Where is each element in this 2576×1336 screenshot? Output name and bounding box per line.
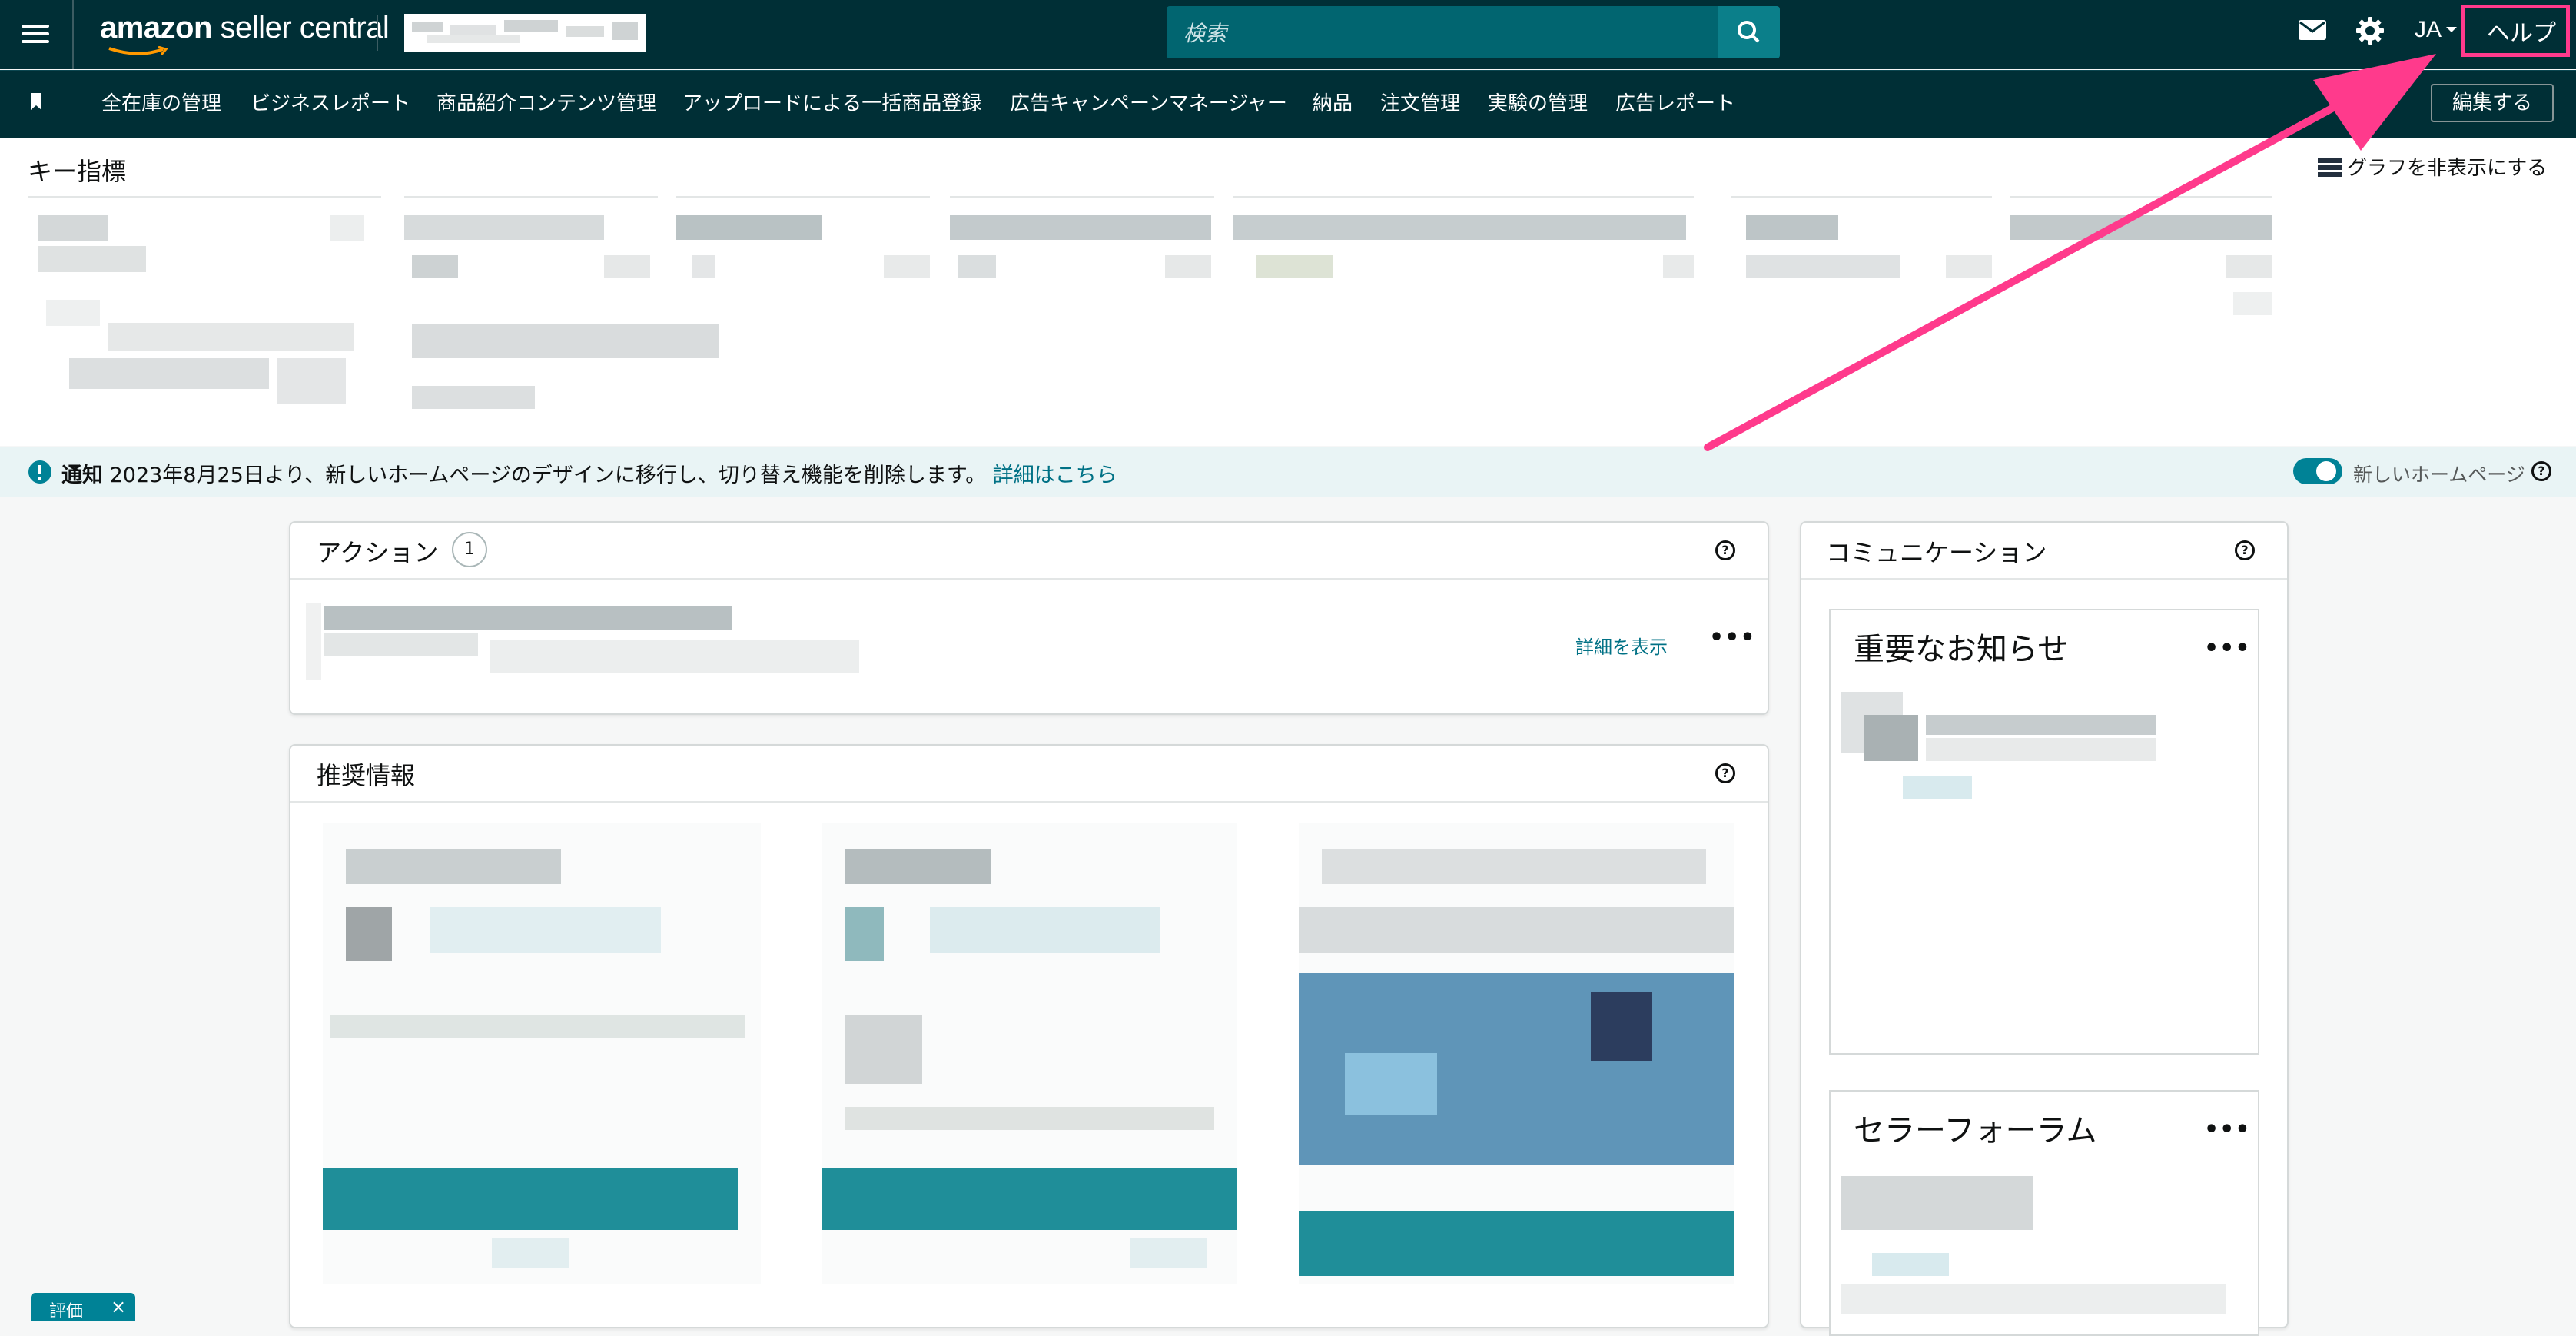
metric-divider	[28, 196, 381, 198]
actions-card-header	[290, 523, 1768, 580]
language-selector[interactable]: JA	[2415, 17, 2442, 43]
communication-help-icon[interactable]: ?	[2235, 540, 2255, 560]
notice-message: 通知 2023年8月25日より、新しいホームページのデザインに移行し、切り替え機…	[61, 458, 1117, 488]
logo-smile-icon	[108, 46, 168, 55]
edit-nav-button[interactable]: 編集する	[2431, 84, 2554, 122]
nav-item-orders[interactable]: 注文管理	[1380, 88, 1460, 116]
feedback-close-icon[interactable]: ×	[111, 1296, 126, 1318]
notice-text: 2023年8月25日より、新しいホームページのデザインに移行し、切り替え機能を削…	[109, 464, 987, 487]
nav-item-shipments[interactable]: 納品	[1313, 88, 1353, 116]
action-item-redacted[interactable]	[306, 603, 1528, 695]
key-metrics-title: キー指標	[28, 157, 127, 186]
metric-divider	[404, 196, 658, 198]
communication-title: コミュニケーション	[1826, 538, 2047, 567]
search-placeholder: 検索	[1183, 21, 1227, 46]
recommendations-help-icon[interactable]: ?	[1715, 763, 1735, 783]
actions-help-icon[interactable]: ?	[1715, 540, 1735, 560]
new-homepage-label: 新しいホームページ	[2353, 464, 2525, 486]
menu-icon[interactable]	[22, 20, 49, 48]
metric-divider	[2010, 196, 2272, 198]
feedback-tab-label: 評価	[49, 1302, 84, 1321]
recommendation-tile-redacted[interactable]	[822, 823, 1237, 1284]
recommendations-card-header	[290, 746, 1768, 803]
action-details-link[interactable]: 詳細を表示	[1575, 632, 1668, 659]
action-more-icon[interactable]: •••	[1709, 624, 1756, 651]
nav-item-business-reports[interactable]: ビジネスレポート	[251, 88, 410, 116]
seller-forum-title: セラーフォーラム	[1854, 1113, 2097, 1148]
mail-icon[interactable]	[2298, 18, 2327, 42]
recommendations-title: 推奨情報	[317, 761, 416, 790]
nav-item-experiments[interactable]: 実験の管理	[1488, 88, 1588, 116]
important-notices-title: 重要なお知らせ	[1854, 632, 2069, 667]
search-icon	[1738, 21, 1760, 43]
important-notices-more-icon[interactable]: •••	[2204, 635, 2251, 662]
metric-tile-redacted[interactable]	[1731, 208, 1992, 284]
nav-item-bulk-upload[interactable]: アップロードによる一括商品登録	[682, 88, 981, 116]
actions-count-badge: 1	[452, 532, 487, 567]
metric-tile-redacted[interactable]	[23, 208, 377, 430]
bookmark-icon[interactable]	[29, 92, 43, 111]
nav-item-aplus-content[interactable]: 商品紹介コンテンツ管理	[437, 88, 656, 116]
seller-forum-more-icon[interactable]: •••	[2204, 1116, 2251, 1143]
gear-icon[interactable]	[2355, 15, 2385, 46]
nav-item-inventory[interactable]: 全在庫の管理	[101, 88, 221, 116]
metric-tile-redacted[interactable]	[676, 208, 930, 284]
important-notices-panel	[1829, 609, 2259, 1055]
nav-item-ad-reports[interactable]: 広告レポート	[1615, 88, 1735, 116]
metric-divider	[1731, 196, 1992, 198]
nav-item-campaign-manager[interactable]: 広告キャンペーンマネージャー	[1010, 88, 1287, 116]
metric-divider	[950, 196, 1214, 198]
metric-tile-redacted[interactable]	[404, 208, 719, 415]
search-button[interactable]	[1718, 6, 1780, 58]
metric-tile-redacted[interactable]	[2010, 208, 2272, 315]
metric-divider	[1233, 196, 1694, 198]
help-link[interactable]: ヘルプ	[2487, 14, 2556, 48]
recommendation-tile-redacted[interactable]	[323, 823, 761, 1284]
chart-toggle-icon[interactable]	[2318, 157, 2342, 178]
chevron-down-icon	[2446, 27, 2457, 32]
notice-details-link[interactable]: 詳細はこちら	[993, 464, 1117, 487]
recommendation-tile-redacted[interactable]	[1299, 823, 1734, 1284]
help-question-icon[interactable]: ?	[2531, 461, 2551, 481]
actions-title: アクション	[317, 538, 439, 567]
metric-tile-redacted[interactable]	[950, 208, 1214, 284]
metric-divider	[676, 196, 930, 198]
toggle-knob	[2316, 461, 2336, 481]
metric-tile-redacted[interactable]	[1233, 208, 1694, 284]
notice-label: 通知	[61, 464, 103, 487]
notice-item-redacted[interactable]	[1841, 692, 2241, 799]
alert-icon	[28, 460, 51, 484]
search-input[interactable]	[1167, 6, 1718, 58]
hide-graph-link[interactable]: グラフを非表示にする	[2347, 152, 2547, 181]
forum-item-redacted[interactable]	[1841, 1168, 2241, 1314]
header-divider	[72, 0, 74, 69]
store-name-redacted[interactable]	[404, 14, 646, 52]
amazon-seller-central-logo[interactable]: amazon seller central	[100, 11, 390, 45]
logo-divider	[377, 15, 378, 51]
